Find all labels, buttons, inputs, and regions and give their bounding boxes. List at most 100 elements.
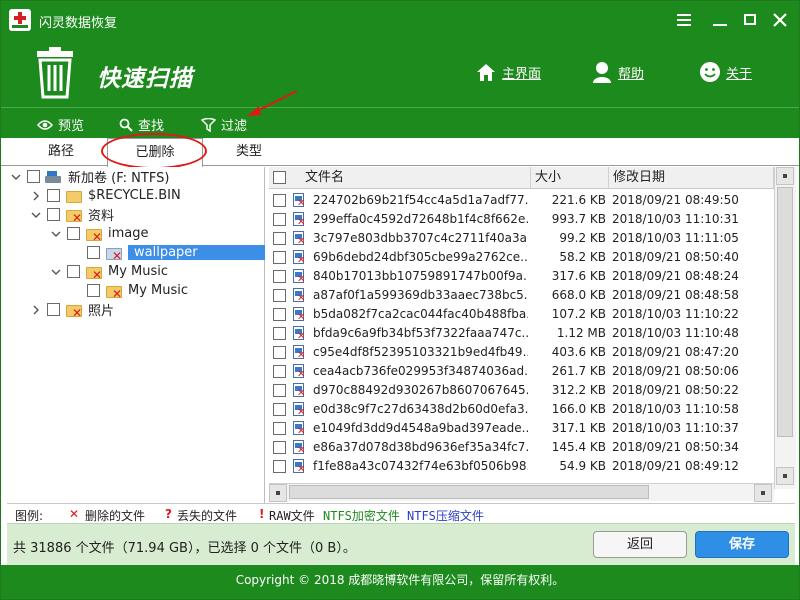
file-name: bfda9c6a9fb34bf53f7322faaa747c... [313,326,528,340]
preview-button[interactable]: 预览 [37,115,84,134]
table-row[interactable]: ✕ 3c797e803dbb3707c4c2711f40a3a... 99.2 KB… [269,229,774,248]
horizontal-scrollbar[interactable] [269,483,774,502]
file-name: 69b6debd24dbf305cbe99a2762ce... [313,250,528,264]
row-checkbox[interactable] [273,365,286,378]
tree-checkbox[interactable] [47,208,60,221]
scroll-down-button[interactable] [776,467,794,485]
column-date[interactable]: 修改日期 [609,167,774,189]
tab-bar: 路径 已删除 类型 [1,138,799,167]
tree-item-drive[interactable]: 新加卷 (F: NTFS) [7,167,265,186]
tree-item-label: wallpaper [128,245,265,260]
chevron-right-icon[interactable] [31,305,41,315]
file-size: 221.6 KB [551,193,606,207]
table-row[interactable]: ✕ f1fe88a43c07432f74e63bf0506b98... 54.9 K… [269,457,774,476]
column-name[interactable]: 文件名 [291,167,531,189]
table-row[interactable]: ✕ c95e4df8f52395103321b9ed4fb49... 403.6 K… [269,343,774,362]
row-checkbox[interactable] [273,194,286,207]
tree-item-label: $RECYCLE.BIN [88,188,181,203]
tree-checkbox[interactable] [87,284,100,297]
row-checkbox[interactable] [273,213,286,226]
table-row[interactable]: ✕ e1049fd3dd9d4548a9bad397eade... 317.1 KB… [269,419,774,438]
file-name: 299effa0c4592d72648b1f4c8f662e... [313,212,528,226]
save-button[interactable]: 保存 [695,531,789,558]
about-link[interactable]: 关于 [699,59,752,85]
tree-checkbox[interactable] [47,303,60,316]
scroll-left-button[interactable] [269,484,287,502]
file-date: 2018/09/21 08:48:58 [612,288,739,302]
file-name: 840b17013bb10759891747b00f9a... [313,269,528,283]
tree-checkbox[interactable] [47,189,60,202]
select-all-checkbox[interactable] [273,171,286,184]
deleted-folder-icon: ✕ [86,265,102,281]
filter-label: 过滤 [221,119,248,134]
tree-checkbox[interactable] [87,246,100,259]
tree-item-photos[interactable]: ✕ 照片 [7,300,265,319]
tree-item-ziliao[interactable]: ✕ 资料 [7,205,265,224]
help-link[interactable]: 帮助 [591,59,644,85]
chevron-down-icon[interactable] [51,267,61,277]
table-row[interactable]: ✕ 299effa0c4592d72648b1f4c8f662e... 993.7 … [269,210,774,229]
table-row[interactable]: ✕ b5da082f7ca2cac044fac40b488fba... 107.2 … [269,305,774,324]
vertical-scrollbar[interactable] [774,167,796,489]
row-checkbox[interactable] [273,441,286,454]
file-name: e86a37d078d38bd9636ef35a34fc7... [313,440,528,454]
home-link[interactable]: 主界面 [475,59,541,85]
minimize-icon[interactable] [709,9,731,31]
page-heading: 快速扫描 [97,66,193,92]
file-size: 107.2 KB [551,307,606,321]
file-list-header: 文件名 大小 修改日期 [269,167,774,189]
table-row[interactable]: ✕ 840b17013bb10759891747b00f9a... 317.6 KB… [269,267,774,286]
table-row[interactable]: ✕ d970c88492d930267b8607067645... 312.2 KB… [269,381,774,400]
table-row[interactable]: ✕ a87af0f1a599369db33aaec738bc5... 668.0 K… [269,286,774,305]
row-checkbox[interactable] [273,346,286,359]
scroll-up-button[interactable] [776,167,794,185]
filter-button[interactable]: 过滤 [201,115,247,134]
row-checkbox[interactable] [273,403,286,416]
raw-mark-icon: ! [259,507,265,521]
tab-deleted[interactable]: 已删除 [107,138,203,167]
tree-item-recycle-bin[interactable]: $RECYCLE.BIN [7,186,265,205]
table-row[interactable]: ✕ 69b6debd24dbf305cbe99a2762ce... 58.2 KB 2… [269,248,774,267]
tab-path[interactable]: 路径 [31,138,91,166]
scroll-thumb[interactable] [777,187,793,437]
row-checkbox[interactable] [273,251,286,264]
table-row[interactable]: ✕ cea4acb736fe029953f34874036ad... 261.7 K… [269,362,774,381]
table-row[interactable]: ✕ e86a37d078d38bd9636ef35a34fc7... 145.4 K… [269,438,774,457]
scroll-right-button[interactable] [754,484,772,502]
file-date: 2018/10/03 11:10:58 [612,402,739,416]
tree-checkbox[interactable] [27,170,40,183]
chevron-down-icon[interactable] [31,210,41,220]
tree-item-image[interactable]: ✕ image [7,224,265,243]
hscroll-thumb[interactable] [289,485,649,499]
file-size: 403.6 KB [551,345,606,359]
tree-checkbox[interactable] [67,227,80,240]
menu-icon[interactable] [673,9,695,31]
tree-item-my-music[interactable]: ✕ My Music [7,262,265,281]
file-size: 261.7 KB [551,364,606,378]
chevron-down-icon[interactable] [51,229,61,239]
row-checkbox[interactable] [273,270,286,283]
table-row[interactable]: ✕ 224702b69b21f54cc4a5d1a7adf77... 221.6 K… [269,191,774,210]
table-row[interactable]: ✕ bfda9c6a9fb34bf53f7322faaa747c... 1.12 M… [269,324,774,343]
maximize-icon[interactable] [739,9,761,31]
tree-item-wallpaper[interactable]: ✕ wallpaper [7,243,265,262]
close-icon[interactable] [769,9,791,31]
table-row[interactable]: ✕ e0d38c9f7c27d63438d2b60d0efa3... 166.0 K… [269,400,774,419]
row-checkbox[interactable] [273,460,286,473]
row-checkbox[interactable] [273,308,286,321]
file-date: 2018/09/21 08:47:20 [612,345,739,359]
back-button[interactable]: 返回 [593,531,687,558]
row-checkbox[interactable] [273,384,286,397]
column-size[interactable]: 大小 [531,167,609,189]
search-button[interactable]: 查找 [119,115,164,134]
about-link-label: 关于 [726,66,753,82]
tree-checkbox[interactable] [67,265,80,278]
row-checkbox[interactable] [273,422,286,435]
tab-type[interactable]: 类型 [219,138,279,166]
row-checkbox[interactable] [273,289,286,302]
row-checkbox[interactable] [273,232,286,245]
tree-item-my-music-child[interactable]: ✕ My Music [7,281,265,300]
chevron-down-icon[interactable] [11,172,21,182]
row-checkbox[interactable] [273,327,286,340]
chevron-right-icon[interactable] [31,191,41,201]
